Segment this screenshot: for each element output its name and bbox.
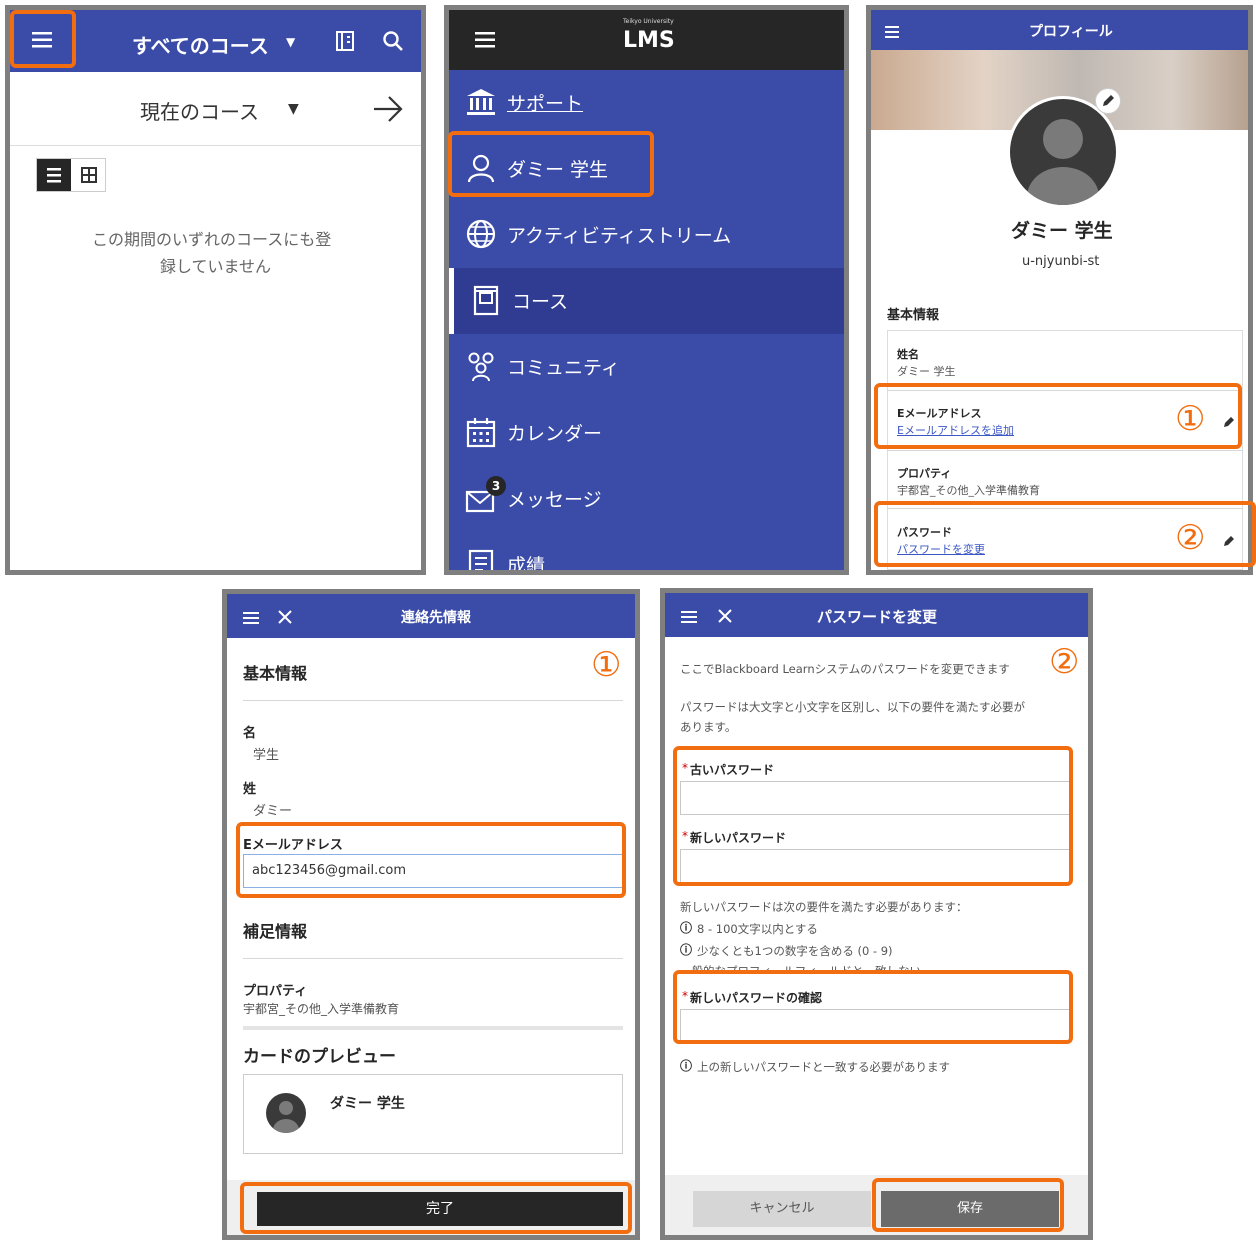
nav-courses[interactable]: コース xyxy=(449,268,844,334)
password-intro: ここでBlackboard Learnシステムのパスワードを変更できます xyxy=(680,662,1010,676)
view-toggle xyxy=(36,158,106,192)
institution-icon xyxy=(465,86,497,118)
highlight-email xyxy=(874,383,1242,449)
close-icon[interactable] xyxy=(277,609,293,625)
highlight-confirm-field xyxy=(673,970,1073,1044)
chevron-down-icon[interactable]: ▼ xyxy=(286,35,295,49)
highlight-email-input xyxy=(236,822,626,898)
message-badge: 3 xyxy=(486,476,506,496)
basic-info-heading: 基本情報 xyxy=(887,308,940,323)
calendar-icon xyxy=(465,416,497,448)
empty-message-line1: この期間のいずれのコースにも登 xyxy=(92,230,332,249)
password-header: パスワードを変更 xyxy=(665,593,1088,637)
info-icon: ⓘ xyxy=(680,921,693,935)
grades-icon xyxy=(465,548,497,570)
password-note-line1: パスワードは大文字と小文字を区別し、以下の要件を満たす必要が xyxy=(680,700,1025,714)
contact-title: 連絡先情報 xyxy=(401,610,471,626)
confirm-note: 上の新しいパスワードと一致する必要があります xyxy=(697,1060,950,1074)
profile-panel: プロフィール ダミー 学生 u-njyunbi-st 基本情報 姓名 ダミー 学… xyxy=(866,5,1253,575)
logo-subtext: Teikyo University xyxy=(623,18,674,25)
property-field-value: 宇都宮_その他_入学準備教育 xyxy=(243,1002,400,1016)
nav-calendar[interactable]: カレンダー xyxy=(449,400,844,466)
list-view-icon[interactable] xyxy=(37,159,71,191)
nav-messages-label: メッセージ xyxy=(507,489,602,511)
contact-header: 連絡先情報 xyxy=(227,594,635,638)
cancel-button-label: キャンセル xyxy=(749,1201,815,1216)
lms-logo: LMS xyxy=(623,28,675,53)
courses-panel: すべてのコース ▼ 現在のコース ▼ この期間のいずれのコースにも登 録していま… xyxy=(5,5,426,575)
globe-icon xyxy=(465,218,497,250)
last-name-value: ダミー xyxy=(253,804,293,819)
last-name-label: 姓 xyxy=(243,782,257,797)
property-value: 宇都宮_その他_入学準備教育 xyxy=(897,484,1040,497)
card-preview-heading: カードのプレビュー xyxy=(243,1047,396,1067)
highlight-password-fields xyxy=(673,746,1073,886)
edit-avatar-icon[interactable] xyxy=(1095,88,1121,114)
requirement-2: 少なくとも1つの数字を含める (0 - 9) xyxy=(697,944,893,958)
requirement-1: 8 - 100文字以内とする xyxy=(697,922,818,936)
menu-icon[interactable] xyxy=(243,610,259,624)
cancel-button[interactable]: キャンセル xyxy=(693,1191,871,1227)
first-name-value: 学生 xyxy=(253,748,280,763)
card-preview: ダミー 学生 xyxy=(243,1074,623,1154)
property-label: プロパティ xyxy=(897,467,952,480)
highlight-profile xyxy=(448,131,654,197)
nav-grades[interactable]: 成績 xyxy=(449,532,844,575)
term-selector[interactable]: 現在のコース xyxy=(140,96,259,125)
password-title: パスワードを変更 xyxy=(817,608,938,626)
highlight-menu xyxy=(10,10,76,68)
requirements-title: 新しいパスワードは次の要件を満たす必要があります： xyxy=(680,900,968,914)
nav-courses-label: コース xyxy=(512,291,569,313)
property-field-label: プロパティ xyxy=(243,984,308,999)
arrow-right-icon[interactable] xyxy=(372,94,404,124)
password-note-line2: あります。 xyxy=(680,720,737,734)
info-icon: ⓘ xyxy=(680,943,693,957)
community-icon xyxy=(465,350,497,382)
info-icon: ⓘ xyxy=(680,1059,693,1073)
supplemental-heading: 補足情報 xyxy=(243,922,308,941)
nav-community-label: コミュニティ xyxy=(507,357,620,379)
menu-icon[interactable] xyxy=(681,609,697,623)
profile-username: u-njyunbi-st xyxy=(1022,254,1100,269)
catalog-icon[interactable] xyxy=(334,30,356,52)
contact-basic-heading: 基本情報 xyxy=(243,664,308,683)
nav-messages[interactable]: 3 メッセージ xyxy=(449,466,844,532)
caret-down-icon[interactable]: ▼ xyxy=(288,101,299,117)
menu-icon[interactable] xyxy=(885,24,899,38)
card-avatar xyxy=(266,1093,306,1133)
nav-community[interactable]: コミュニティ xyxy=(449,334,844,400)
password-panel: パスワードを変更 ここでBlackboard Learnシステムのパスワードを変… xyxy=(660,588,1093,1240)
marker-2: ② xyxy=(1049,642,1080,682)
grid-view-icon[interactable] xyxy=(72,159,106,191)
close-icon[interactable] xyxy=(717,608,733,624)
first-name-label: 名 xyxy=(243,726,257,741)
menu-icon[interactable] xyxy=(475,30,495,50)
courses-title[interactable]: すべてのコース xyxy=(132,30,269,59)
nav-activity-stream[interactable]: アクティビティストリーム xyxy=(449,202,844,268)
profile-name: ダミー 学生 xyxy=(1011,220,1113,242)
card-name: ダミー 学生 xyxy=(330,1096,405,1112)
fullname-value: ダミー 学生 xyxy=(897,365,956,378)
nav-calendar-label: カレンダー xyxy=(507,423,603,445)
nav-support[interactable]: サポート xyxy=(449,70,844,136)
profile-header: プロフィール xyxy=(871,10,1248,50)
marker-1: ① xyxy=(591,645,622,685)
nav-header: Teikyo University LMS xyxy=(449,10,844,70)
fullname-label: 姓名 xyxy=(897,348,919,361)
term-bar: 現在のコース ▼ xyxy=(10,72,421,146)
highlight-password xyxy=(874,501,1256,567)
nav-support-label: サポート xyxy=(507,93,584,115)
highlight-save xyxy=(872,1178,1064,1232)
course-icon xyxy=(470,284,502,316)
highlight-done xyxy=(240,1182,632,1234)
search-icon[interactable] xyxy=(382,30,404,52)
nav-activity-label: アクティビティストリーム xyxy=(507,225,732,247)
contact-panel: 連絡先情報 基本情報 ① 名 学生 姓 ダミー Eメールアドレス abc1234… xyxy=(222,589,640,1240)
nav-panel: Teikyo University LMS サポート ダミー 学生 アクティビテ… xyxy=(444,5,849,575)
empty-message-line2: 録していません xyxy=(160,257,272,276)
profile-title: プロフィール xyxy=(1029,24,1113,40)
nav-grades-label: 成績 xyxy=(507,555,546,575)
